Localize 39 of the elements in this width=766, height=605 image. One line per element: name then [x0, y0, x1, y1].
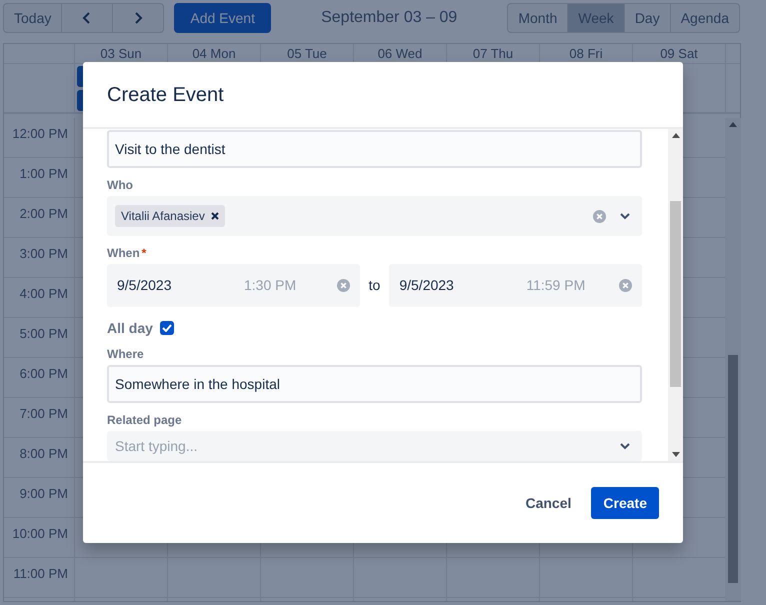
- clear-icon: [593, 210, 606, 222]
- text-field[interactable]: Somewhere in the hospital: [107, 365, 642, 403]
- clear-icon: [336, 279, 350, 292]
- scroll-up-icon[interactable]: [729, 122, 737, 127]
- remove-tag-icon[interactable]: [210, 212, 219, 220]
- scroll-down-icon: [672, 452, 680, 457]
- date-time-field[interactable]: 9/5/2023 11:59 PM: [389, 264, 642, 307]
- field-label: Who: [107, 178, 133, 192]
- chevron-left-icon: [82, 12, 92, 24]
- field-label: Related page: [107, 413, 182, 427]
- date-value: 9/5/2023: [399, 276, 455, 295]
- select-placeholder: Start typing...: [115, 436, 198, 456]
- all-day-checkbox[interactable]: [160, 321, 174, 335]
- previous-button[interactable]: [62, 3, 114, 33]
- text-field[interactable]: Visit to the dentist: [107, 130, 642, 168]
- clear-icon: [619, 279, 632, 292]
- field-label: When: [107, 246, 140, 260]
- scrollbar[interactable]: [668, 129, 683, 461]
- tag-label: Vitalii Afanasiev: [121, 208, 205, 225]
- range-separator: to: [368, 276, 380, 295]
- checkbox-label: All day: [107, 319, 153, 337]
- field-label: Where: [107, 347, 144, 361]
- dialog-title: Create Event: [107, 82, 224, 106]
- scrollbar[interactable]: [725, 118, 741, 601]
- time-value: 1:30 PM: [244, 276, 298, 295]
- chevron-right-icon: [133, 12, 144, 24]
- date-time-field[interactable]: 9/5/2023 1:30 PM: [107, 264, 360, 307]
- cancel-button[interactable]: Cancel: [521, 484, 576, 522]
- time-value: 11:59 PM: [526, 276, 586, 295]
- calendar-title: September 03 – 09: [320, 8, 458, 28]
- person-tag[interactable]: Vitalii Afanasiev: [115, 205, 225, 227]
- scroll-up-icon: [672, 133, 680, 138]
- date-value: 9/5/2023: [117, 276, 172, 295]
- create-button[interactable]: Create: [591, 487, 659, 519]
- chevron-down-icon: [620, 442, 630, 450]
- chevron-down-icon: [620, 212, 630, 220]
- next-button[interactable]: [113, 3, 164, 33]
- required-mark: *: [142, 246, 146, 260]
- people-select[interactable]: Vitalii Afanasiev: [107, 196, 642, 236]
